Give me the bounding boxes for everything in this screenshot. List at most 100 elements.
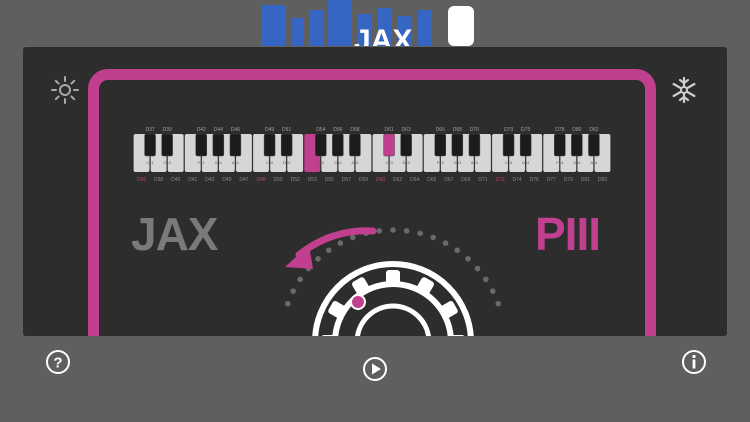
black-key[interactable]	[588, 133, 600, 157]
dial-tick-dot	[465, 255, 471, 262]
main-panel: D36 D38 D40 D41 D43 D45 D47 D48 D50 D52 D53 D55 D57 D…	[23, 47, 727, 336]
black-key[interactable]	[400, 133, 412, 157]
key-sub-label: F42	[317, 160, 325, 165]
black-key[interactable]	[315, 133, 327, 157]
black-key-label: D61	[384, 127, 393, 133]
white-key-label: D50	[274, 177, 283, 183]
key-sub-label: C43	[385, 160, 393, 165]
dial-tick-dot	[290, 288, 297, 294]
dial-tick-dot	[417, 230, 423, 237]
dial-tick-dot	[489, 288, 496, 294]
dial-tick-dot	[495, 300, 502, 307]
black-key-label: D68	[453, 127, 462, 133]
key-sub-label: C42	[266, 160, 274, 165]
key-sub-label: F41	[198, 160, 206, 165]
dial-tick-dot	[325, 247, 332, 254]
key-sub-label: A43	[471, 160, 479, 165]
key-sub-label: D44	[522, 160, 530, 165]
white-key-label: D59	[359, 177, 368, 183]
key-sub-label: G42	[334, 160, 342, 165]
black-key[interactable]	[229, 133, 242, 157]
rotary-dial[interactable]	[243, 217, 503, 336]
black-key-label: D82	[589, 127, 598, 133]
info-icon	[682, 350, 706, 374]
black-key[interactable]	[468, 133, 481, 157]
white-key-label: D83	[598, 177, 607, 183]
black-key-label: D75	[521, 127, 530, 133]
dial-tick-dot	[474, 265, 481, 272]
black-key[interactable]	[571, 133, 583, 157]
black-key[interactable]	[519, 133, 532, 157]
app-logo: JAX	[262, 0, 478, 46]
dial-knob[interactable]	[312, 261, 474, 336]
black-key[interactable]	[161, 133, 173, 157]
key-sub-label: G41	[215, 160, 223, 165]
white-key-label: D47	[239, 177, 248, 183]
black-key-label: D54	[316, 127, 325, 133]
white-key-label: D76	[530, 177, 539, 183]
key-sub-label: A44	[590, 160, 598, 165]
black-key[interactable]	[554, 133, 566, 157]
snowflake-icon[interactable]	[669, 75, 699, 105]
sun-icon[interactable]	[50, 75, 80, 105]
black-key-label: D70	[470, 127, 479, 133]
black-key[interactable]	[332, 133, 344, 157]
white-key-label: D36	[137, 177, 146, 183]
white-key-label: D48	[256, 177, 265, 183]
key-sub-label: G43	[454, 160, 462, 165]
white-key-label: D64	[410, 177, 419, 183]
key-sub-label: C41	[146, 160, 154, 165]
white-key-label: D60	[376, 177, 385, 183]
dial-tick-dot	[315, 255, 321, 262]
play-button[interactable]	[361, 355, 389, 383]
white-key-label: D69	[461, 177, 470, 183]
black-key[interactable]	[212, 133, 225, 157]
jax-label: JAX	[131, 208, 218, 260]
black-key[interactable]	[434, 133, 446, 157]
piii-label: PIII	[535, 208, 601, 260]
white-key-label: D77	[547, 177, 556, 183]
dial-indicator	[350, 294, 366, 310]
black-key-label: D42	[197, 127, 206, 133]
black-key-label: D46	[231, 127, 240, 133]
black-key-label: D73	[504, 127, 513, 133]
help-button[interactable]: ?	[44, 348, 72, 376]
white-key-label: D62	[393, 177, 402, 183]
dial-tick-dot	[483, 276, 489, 283]
white-key-label: D67	[444, 177, 453, 183]
info-button[interactable]	[680, 348, 708, 376]
black-key[interactable]	[349, 133, 361, 157]
key-sub-label: A42	[351, 160, 359, 165]
key-sub-label: D43	[402, 160, 410, 165]
white-key-label: D41	[188, 177, 197, 183]
dial-tick-dot	[350, 234, 356, 241]
black-key-label: D56	[333, 127, 342, 133]
key-sub-label: A41	[232, 160, 240, 165]
arrow-head	[285, 245, 313, 269]
dial-tick-dot	[390, 227, 396, 233]
white-key-label: D38	[154, 177, 163, 183]
dial-tick-dot	[430, 234, 436, 241]
white-key-label: D57	[342, 177, 351, 183]
black-key[interactable]	[280, 133, 293, 157]
black-key-label: D66	[436, 127, 445, 133]
black-key[interactable]	[263, 133, 276, 157]
white-key-label: D55	[325, 177, 334, 183]
white-key-label: D65	[427, 177, 436, 183]
key-sub-label: F43	[437, 160, 445, 165]
black-key-label: D58	[350, 127, 359, 133]
key-sub-label: G44	[573, 160, 581, 165]
white-key-label: D72	[495, 177, 504, 183]
black-key-label: D39	[163, 127, 172, 133]
dial-tick-dot	[442, 240, 449, 246]
black-key-label: D63	[402, 127, 411, 133]
dial-tick-dot	[337, 240, 344, 246]
black-key[interactable]	[144, 133, 156, 157]
black-key[interactable]	[383, 133, 395, 157]
black-key[interactable]	[451, 133, 464, 157]
black-key[interactable]	[195, 133, 207, 157]
black-key-label: D51	[282, 127, 291, 133]
black-key[interactable]	[502, 133, 515, 157]
dial-tick-dot	[284, 300, 291, 307]
dial-tick-dot	[454, 247, 461, 254]
